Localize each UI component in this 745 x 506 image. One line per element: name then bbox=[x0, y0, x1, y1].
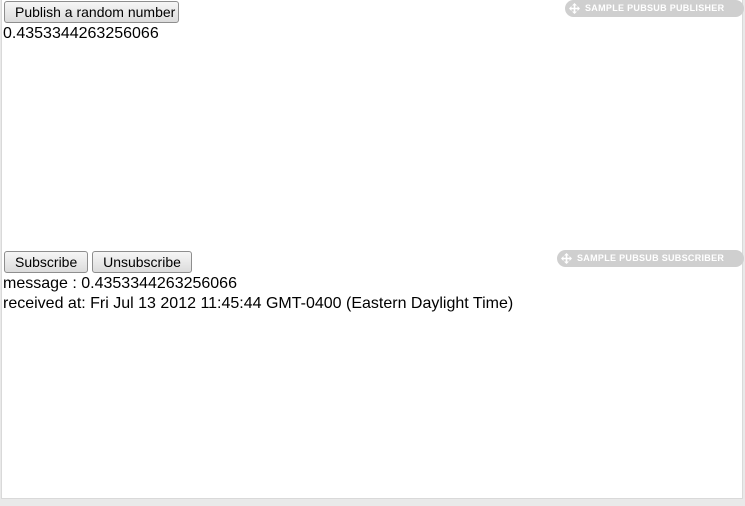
published-value: 0.4353344263256066 bbox=[3, 25, 159, 42]
subscriber-badge-label: SAMPLE PUBSUB SUBSCRIBER bbox=[577, 253, 725, 263]
move-icon[interactable] bbox=[569, 3, 580, 14]
received-message: message : 0.4353344263256066 bbox=[3, 275, 237, 292]
subscribe-button[interactable]: Subscribe bbox=[4, 251, 88, 273]
publish-random-number-button[interactable]: Publish a random number bbox=[4, 1, 179, 23]
subscriber-gadget: Subscribe Unsubscribe message : 0.435334… bbox=[1, 250, 744, 499]
move-icon[interactable] bbox=[561, 253, 572, 264]
unsubscribe-button[interactable]: Unsubscribe bbox=[92, 251, 192, 273]
received-timestamp: received at: Fri Jul 13 2012 11:45:44 GM… bbox=[3, 295, 514, 312]
publisher-gadget: Publish a random number 0.43533442632560… bbox=[1, 0, 744, 250]
publisher-title-badge[interactable]: SAMPLE PUBSUB PUBLISHER bbox=[565, 0, 744, 17]
subscriber-title-badge[interactable]: SAMPLE PUBSUB SUBSCRIBER bbox=[557, 250, 744, 267]
publisher-badge-label: SAMPLE PUBSUB PUBLISHER bbox=[585, 3, 725, 13]
